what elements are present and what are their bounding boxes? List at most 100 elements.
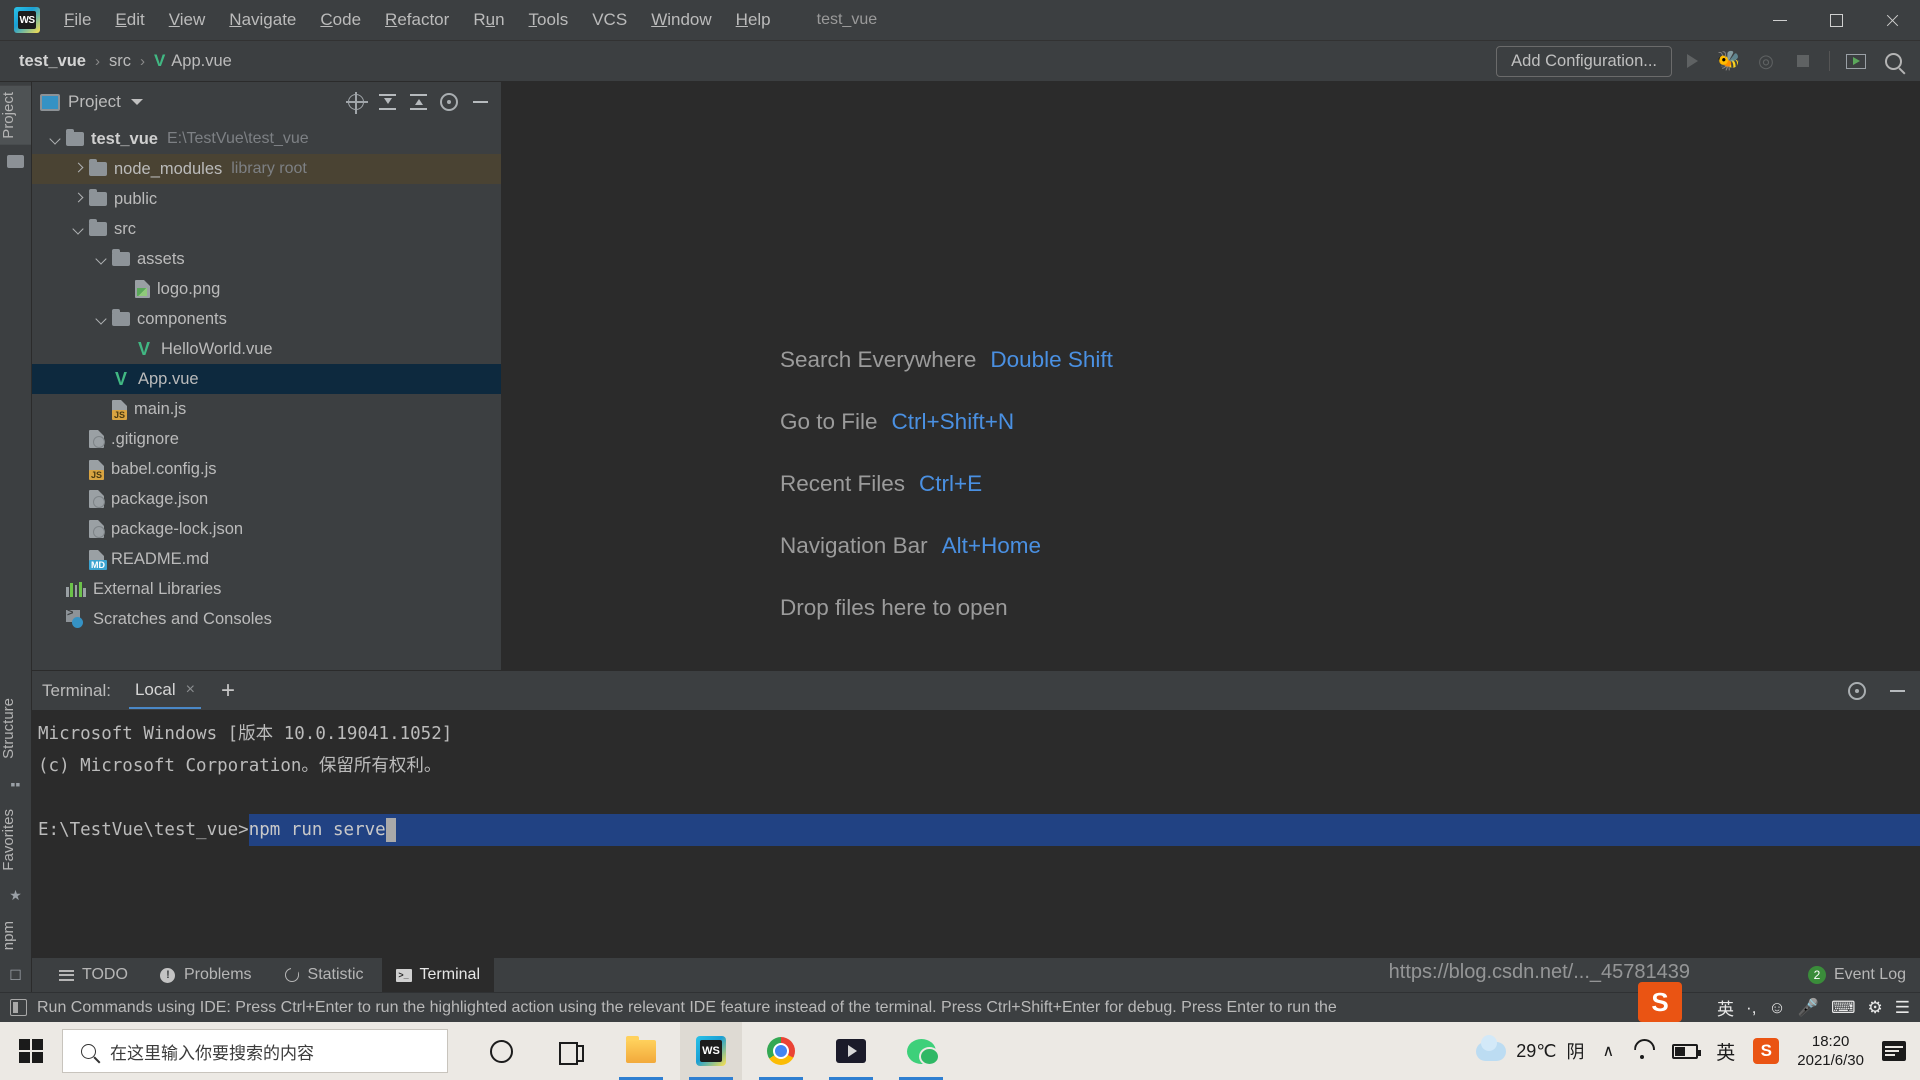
- weather-widget[interactable]: 29℃ 阴: [1476, 1034, 1585, 1064]
- minimize-button[interactable]: [1752, 0, 1808, 41]
- chevron-down-icon[interactable]: [71, 221, 87, 237]
- tree-row[interactable]: src: [32, 214, 501, 244]
- tab-problems[interactable]: ! Problems: [146, 958, 266, 992]
- menu-item-help[interactable]: Help: [724, 6, 783, 34]
- breadcrumb-item-file[interactable]: V App.vue: [149, 49, 237, 73]
- add-configuration-button[interactable]: Add Configuration...: [1496, 45, 1672, 77]
- tree-row[interactable]: public: [32, 184, 501, 214]
- tab-statistic[interactable]: Statistic: [270, 958, 378, 992]
- show-console-button[interactable]: [1839, 46, 1873, 76]
- tree-row[interactable]: MD README.md: [32, 544, 501, 574]
- sidebar-item-favorites[interactable]: Favorites: [0, 803, 31, 877]
- tree-row[interactable]: V App.vue: [32, 364, 501, 394]
- tree-row[interactable]: package-lock.json: [32, 514, 501, 544]
- menu-item-run[interactable]: Run: [461, 6, 516, 34]
- ime-tools-icon[interactable]: ⚙: [1868, 998, 1883, 1018]
- chevron-right-icon[interactable]: [71, 191, 87, 207]
- tree-row[interactable]: components: [32, 304, 501, 334]
- tree-row[interactable]: test_vue E:\TestVue\test_vue: [32, 124, 501, 154]
- editor-empty-area[interactable]: Search Everywhere Double Shift Go to File C…: [502, 82, 1920, 670]
- expand-all-button[interactable]: [374, 89, 400, 115]
- event-log-button[interactable]: 2 Event Log: [1807, 966, 1906, 984]
- menu-item-file[interactable]: File: [52, 6, 103, 34]
- search-button[interactable]: [1876, 46, 1910, 76]
- tree-row[interactable]: node_modules library root: [32, 154, 501, 184]
- terminal-command-line[interactable]: E:\TestVue\test_vue> npm run serve: [38, 814, 1920, 846]
- menu-item-window[interactable]: Window: [639, 6, 723, 34]
- webstorm-taskbar-button[interactable]: [680, 1022, 742, 1080]
- terminal-tab-local[interactable]: Local ×: [128, 672, 201, 709]
- start-button[interactable]: [0, 1022, 62, 1080]
- wifi-icon[interactable]: [1632, 1043, 1654, 1060]
- taskbar-search-input[interactable]: 在这里输入你要搜索的内容: [62, 1029, 448, 1073]
- terminal-settings-button[interactable]: [1844, 678, 1870, 704]
- show-hidden-icons-button[interactable]: ∧: [1603, 1041, 1615, 1061]
- menu-item-navigate[interactable]: Navigate: [217, 6, 308, 34]
- tree-row[interactable]: External Libraries: [32, 574, 501, 604]
- run-button[interactable]: [1675, 46, 1709, 76]
- menu-item-code[interactable]: Code: [308, 6, 373, 34]
- collapse-all-button[interactable]: [405, 89, 431, 115]
- chevron-down-icon[interactable]: [130, 99, 143, 105]
- menu-item-refactor[interactable]: Refactor: [373, 6, 461, 34]
- tree-row[interactable]: Scratches and Consoles: [32, 604, 501, 634]
- menu-item-tools[interactable]: Tools: [517, 6, 581, 34]
- tree-row[interactable]: JS main.js: [32, 394, 501, 424]
- tree-row[interactable]: logo.png: [32, 274, 501, 304]
- menu-item-view[interactable]: View: [157, 6, 218, 34]
- chevron-right-icon[interactable]: [71, 161, 87, 177]
- file-explorer-button[interactable]: [610, 1022, 672, 1080]
- chevron-down-icon[interactable]: [94, 311, 110, 327]
- hide-panel-button[interactable]: [467, 89, 493, 115]
- sidebar-item-project[interactable]: Project: [0, 86, 31, 145]
- maximize-button[interactable]: [1808, 0, 1864, 41]
- clock[interactable]: 18:20 2021/6/30: [1797, 1032, 1864, 1070]
- terminal-output[interactable]: Microsoft Windows [版本 10.0.19041.1052] (…: [32, 710, 1920, 960]
- tab-terminal[interactable]: >_ Terminal: [381, 958, 494, 992]
- run-coverage-button[interactable]: ◎: [1749, 46, 1783, 76]
- ime-keyboard-icon[interactable]: ⌨: [1831, 998, 1856, 1018]
- close-icon[interactable]: ×: [186, 681, 195, 699]
- tree-row[interactable]: V HelloWorld.vue: [32, 334, 501, 364]
- locate-button[interactable]: [343, 89, 369, 115]
- video-player-button[interactable]: [820, 1022, 882, 1080]
- tree-row[interactable]: JS babel.config.js: [32, 454, 501, 484]
- ime-menu-icon[interactable]: ☰: [1895, 998, 1910, 1018]
- chevron-down-icon[interactable]: [94, 251, 110, 267]
- star-icon[interactable]: ★: [7, 887, 25, 905]
- grid-icon[interactable]: ▪▪: [7, 775, 25, 793]
- ime-punct-icon[interactable]: ·,: [1746, 998, 1756, 1018]
- ime-indicator[interactable]: 英: [1716, 1038, 1735, 1065]
- chrome-button[interactable]: [750, 1022, 812, 1080]
- terminal-hide-button[interactable]: [1884, 678, 1910, 704]
- sidebar-item-structure[interactable]: Structure: [0, 692, 31, 765]
- ime-voice-icon[interactable]: 🎤: [1798, 998, 1819, 1018]
- wechat-button[interactable]: [890, 1022, 952, 1080]
- sidebar-item-npm[interactable]: npm: [0, 915, 31, 956]
- sogou-tray-icon[interactable]: S: [1753, 1038, 1780, 1064]
- tab-todo[interactable]: TODO: [44, 958, 142, 992]
- sogou-ime-badge[interactable]: S: [1638, 982, 1682, 1022]
- npm-icon[interactable]: ☐: [7, 966, 25, 984]
- menu-item-edit[interactable]: Edit: [103, 6, 156, 34]
- battery-icon[interactable]: [1672, 1043, 1702, 1059]
- breadcrumb-item-project[interactable]: test_vue: [14, 50, 91, 73]
- ime-emoji-icon[interactable]: ☺: [1768, 998, 1785, 1018]
- cortana-button[interactable]: [470, 1022, 532, 1080]
- debug-button[interactable]: 🐝: [1712, 46, 1746, 76]
- folder-icon[interactable]: [7, 153, 25, 171]
- breadcrumb-item-src[interactable]: src: [104, 50, 136, 73]
- task-view-button[interactable]: [540, 1022, 602, 1080]
- tree-row[interactable]: package.json: [32, 484, 501, 514]
- close-button[interactable]: [1864, 0, 1920, 41]
- chevron-down-icon[interactable]: [48, 131, 64, 147]
- terminal-command-selection[interactable]: npm run serve: [248, 814, 1920, 846]
- menu-item-vcs[interactable]: VCS: [580, 6, 639, 34]
- settings-button[interactable]: [436, 89, 462, 115]
- stop-button[interactable]: [1786, 46, 1820, 76]
- notification-icon[interactable]: [1882, 1041, 1906, 1061]
- tree-row[interactable]: assets: [32, 244, 501, 274]
- add-terminal-tab-button[interactable]: +: [221, 678, 235, 703]
- tree-row[interactable]: .gitignore: [32, 424, 501, 454]
- ime-lang-icon[interactable]: 英: [1717, 995, 1734, 1020]
